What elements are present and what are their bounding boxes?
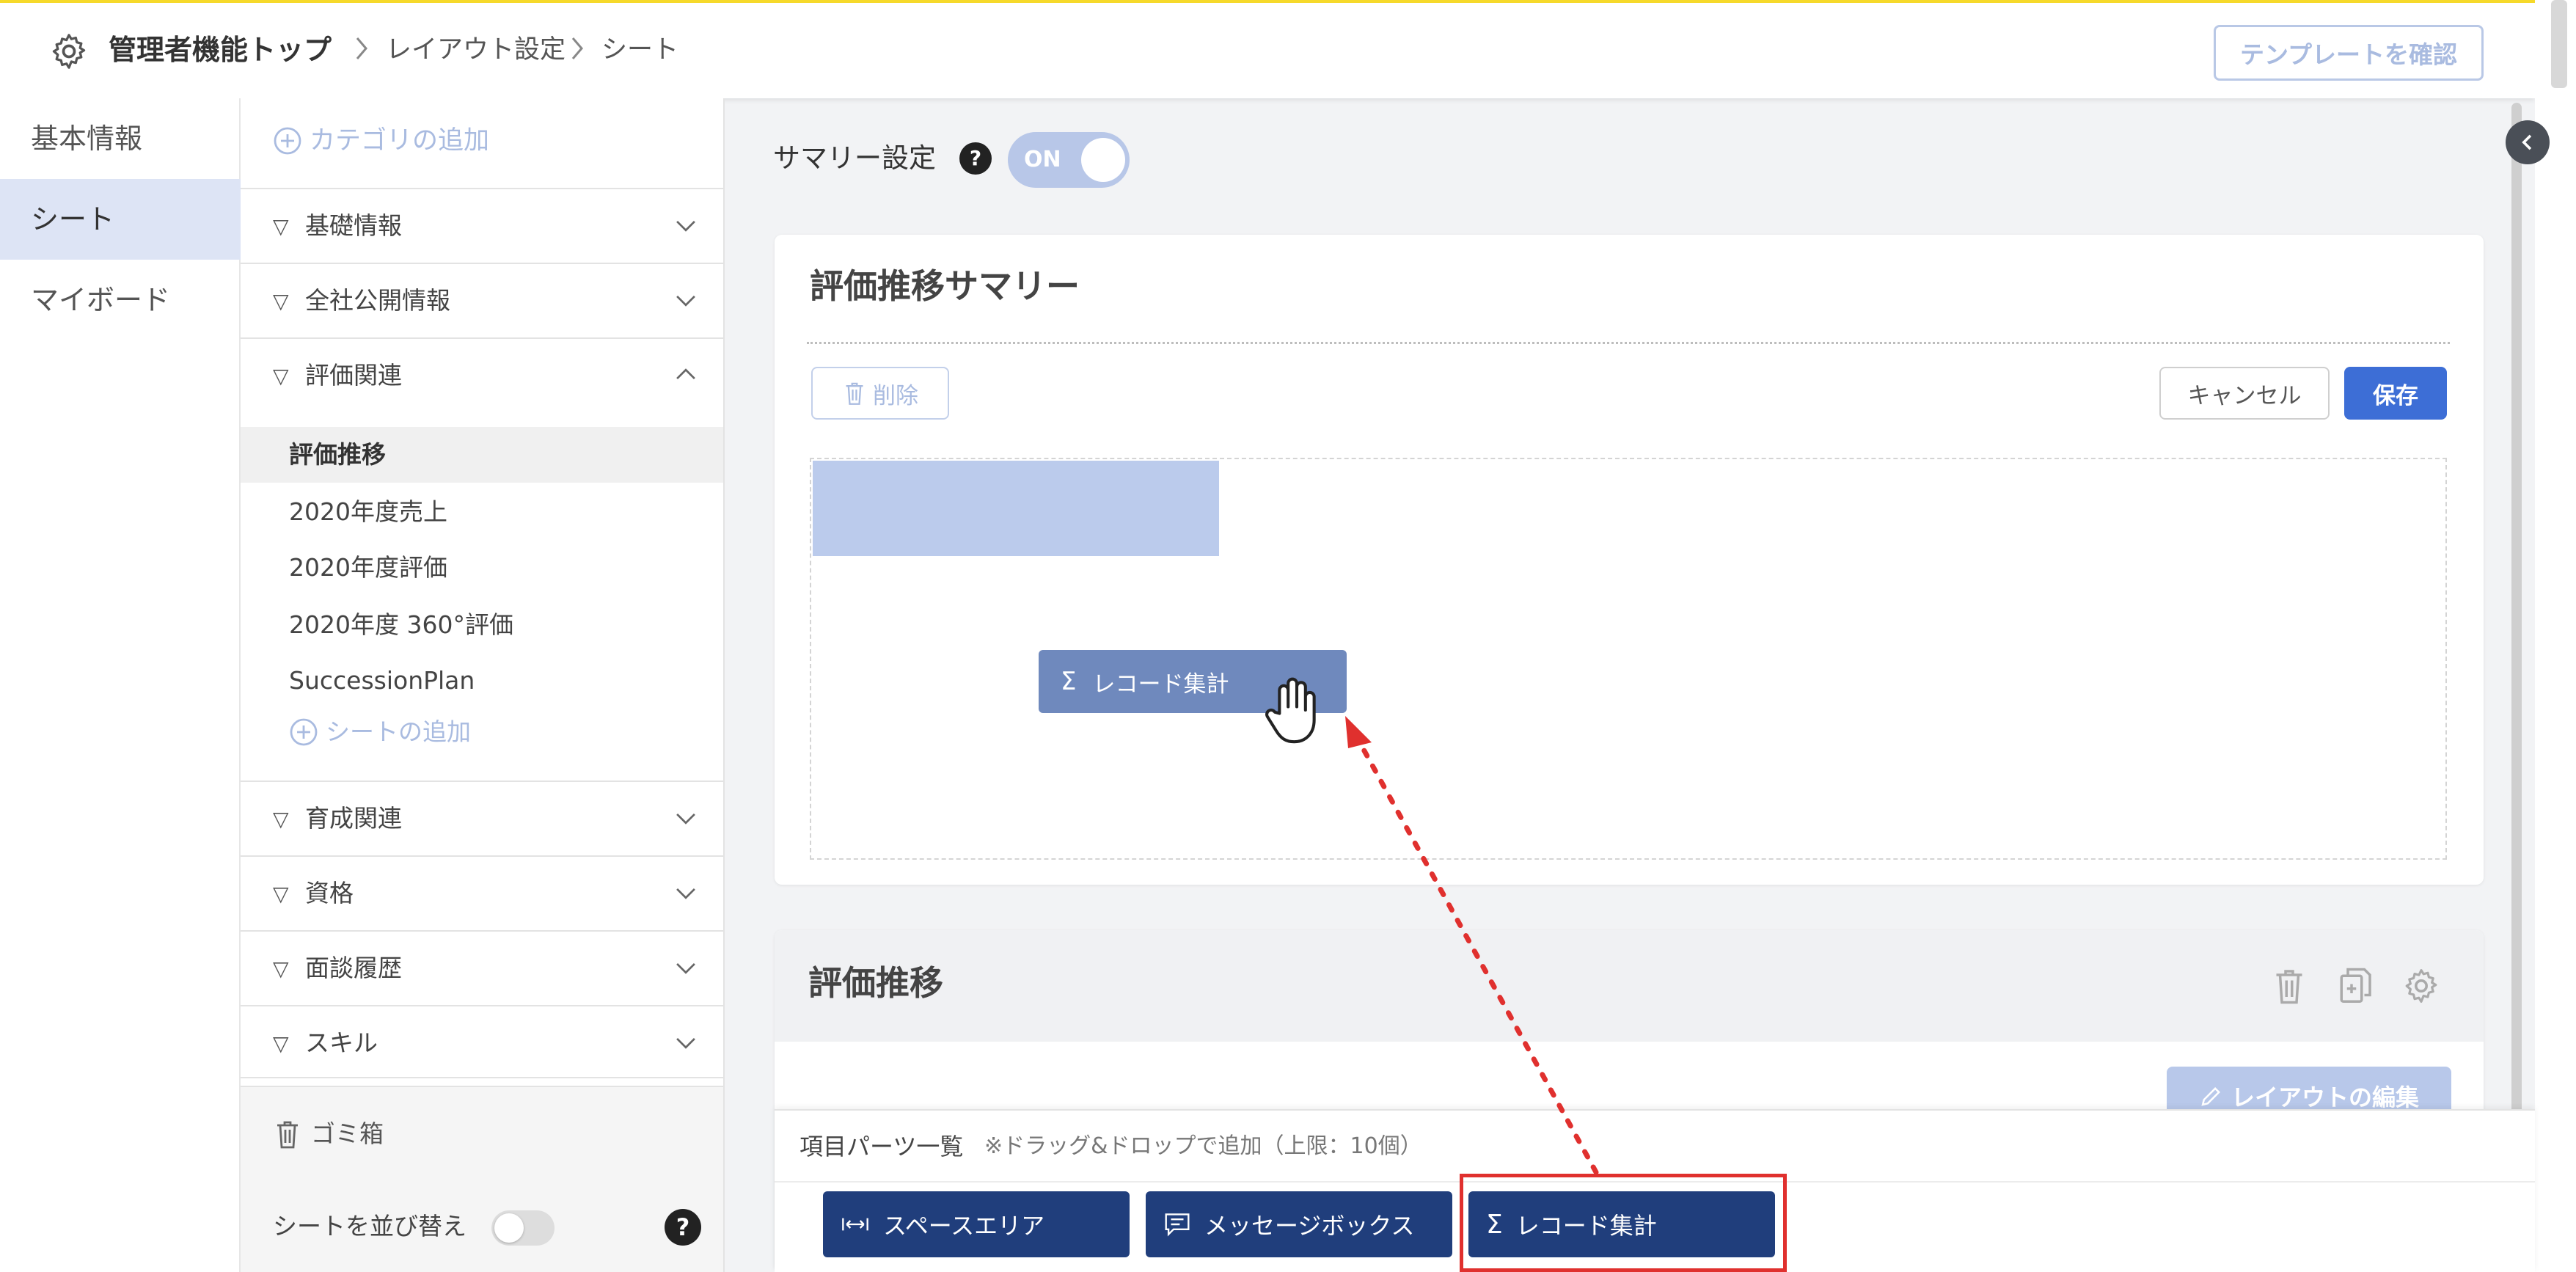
dragging-part-label: レコード集計 <box>1092 670 1229 698</box>
hand-cursor-icon <box>1265 677 1316 744</box>
trash-row[interactable]: ゴミ箱 <box>241 1086 723 1184</box>
drag-direction-arrow <box>1345 716 1599 1175</box>
trash-label: ゴミ箱 <box>311 1119 384 1148</box>
sheet-card-header: 評価推移 <box>775 930 2484 1042</box>
category-row[interactable]: ▽ 基礎情報 <box>241 188 725 261</box>
add-sheet-label: シートの追加 <box>326 717 471 746</box>
summary-card: 評価推移サマリー 削除 キャンセル 保存 <box>775 235 2484 885</box>
triangle-icon: ▽ <box>273 882 289 906</box>
category-row[interactable]: ▽ 資格 <box>241 855 725 929</box>
category-row[interactable]: ▽ 育成関連 <box>241 781 725 854</box>
chevron-down-icon <box>676 1037 695 1049</box>
part-space-area[interactable]: スペースエリア <box>823 1191 1130 1257</box>
chevron-up-icon <box>676 368 695 380</box>
part-label: メッセージボックス <box>1204 1212 1415 1240</box>
trash-icon <box>846 382 863 405</box>
nav-basic-info[interactable]: 基本情報 <box>0 98 241 179</box>
chevron-down-icon <box>676 962 695 974</box>
sort-row: シートを並び替え ? <box>241 1184 723 1272</box>
category-row[interactable]: ▽ 面談履歴 <box>241 930 725 1004</box>
left-nav: 基本情報 シート マイボード <box>0 98 241 1272</box>
delete-button[interactable]: 削除 <box>811 367 949 420</box>
triangle-icon: ▽ <box>273 364 289 388</box>
add-category-link[interactable]: カテゴリの追加 <box>273 122 489 160</box>
copy-icon[interactable] <box>2337 965 2374 1006</box>
trash-icon[interactable] <box>2271 965 2308 1006</box>
right-strip <box>2535 0 2576 1272</box>
toggle-on-label: ON <box>1024 147 1061 172</box>
category-label: 育成関連 <box>305 804 402 833</box>
category-label: 評価関連 <box>305 361 402 390</box>
plus-circle-icon <box>290 718 318 746</box>
chevron-down-icon <box>676 813 695 825</box>
triangle-icon: ▽ <box>273 289 289 313</box>
drop-target-highlight <box>813 461 1219 556</box>
outer-scrollbar[interactable] <box>2551 0 2567 88</box>
toggle-knob <box>1081 138 1125 182</box>
main-scrollbar[interactable] <box>2511 103 2522 1115</box>
sort-label: シートを並び替え <box>273 1212 466 1240</box>
triangle-icon: ▽ <box>273 1031 289 1056</box>
parts-panel-title: 項目パーツ一覧 <box>799 1133 964 1160</box>
sort-toggle[interactable] <box>491 1210 555 1246</box>
toggle-knob <box>494 1213 524 1243</box>
category-panel: カテゴリの追加 ▽ 基礎情報 ▽ 全社公開情報 ▽ 評価関連 評価推移 2020… <box>241 98 725 1272</box>
nav-sheet[interactable]: シート <box>0 179 241 260</box>
category-label: 全社公開情報 <box>305 286 450 315</box>
trash-icon <box>277 1121 298 1149</box>
triangle-icon: ▽ <box>273 214 289 238</box>
category-row[interactable]: ▽ 全社公開情報 <box>241 263 725 336</box>
collapse-left-icon <box>2522 134 2532 150</box>
sheet-item[interactable]: 2020年度評価 <box>241 540 723 596</box>
add-category-label: カテゴリの追加 <box>310 126 490 156</box>
pencil-icon <box>2201 1086 2220 1106</box>
sheet-item[interactable]: SuccessionPlan <box>241 653 723 709</box>
sheet-card-title: 評価推移 <box>808 963 943 1003</box>
collapse-panel-button[interactable] <box>2506 120 2550 164</box>
space-icon <box>842 1218 868 1231</box>
category-row[interactable]: ▽ スキル <box>241 1005 725 1078</box>
summary-toggle[interactable]: ON <box>1008 132 1130 188</box>
breadcrumb-sheet: シート <box>601 35 679 65</box>
gear-icon[interactable] <box>48 31 89 72</box>
highlight-box <box>1460 1174 1787 1272</box>
sheet-item[interactable]: 2020年度 360°評価 <box>241 597 723 653</box>
category-label: スキル <box>305 1028 378 1057</box>
triangle-icon: ▽ <box>273 807 289 831</box>
summary-card-title: 評価推移サマリー <box>810 266 1080 306</box>
category-label: 資格 <box>305 879 354 907</box>
help-icon[interactable]: ? <box>665 1209 701 1246</box>
message-icon <box>1165 1213 1190 1237</box>
sheet-item-selected[interactable]: 評価推移 <box>241 427 723 483</box>
save-button[interactable]: 保存 <box>2344 367 2447 420</box>
part-label: スペースエリア <box>883 1212 1045 1240</box>
plus-circle-icon <box>274 127 301 155</box>
cancel-button[interactable]: キャンセル <box>2159 367 2330 420</box>
summary-setting-label: サマリー設定 <box>773 142 936 174</box>
help-icon[interactable]: ? <box>959 142 992 175</box>
layout-edit-label: レイアウトの編集 <box>2231 1083 2419 1111</box>
chevron-down-icon <box>676 220 695 232</box>
template-check-button[interactable]: テンプレートを確認 <box>2214 25 2484 81</box>
chevron-down-icon <box>676 888 695 899</box>
breadcrumb-layout-settings[interactable]: レイアウト設定 <box>386 32 566 67</box>
top-header: 管理者機能トップ レイアウト設定 シート テンプレートを確認 <box>0 0 2535 98</box>
chevron-right-icon <box>356 37 367 59</box>
triangle-icon: ▽ <box>273 957 289 981</box>
category-label: 基礎情報 <box>305 211 402 240</box>
chevron-down-icon <box>676 295 695 307</box>
part-message-box[interactable]: メッセージボックス <box>1146 1191 1452 1257</box>
sigma-icon: Σ <box>1061 667 1077 696</box>
gear-icon[interactable] <box>2401 965 2441 1006</box>
category-row-expanded[interactable]: ▽ 評価関連 <box>241 337 725 425</box>
add-sheet-link[interactable]: シートの追加 <box>289 712 471 753</box>
nav-myboard[interactable]: マイボード <box>0 260 241 340</box>
sheet-item[interactable]: 2020年度売上 <box>241 484 723 540</box>
chevron-right-icon <box>571 37 583 59</box>
divider <box>807 342 2450 344</box>
category-label: 面談履歴 <box>305 954 402 982</box>
delete-label: 削除 <box>873 382 918 409</box>
breadcrumb-root[interactable]: 管理者機能トップ <box>109 31 332 69</box>
